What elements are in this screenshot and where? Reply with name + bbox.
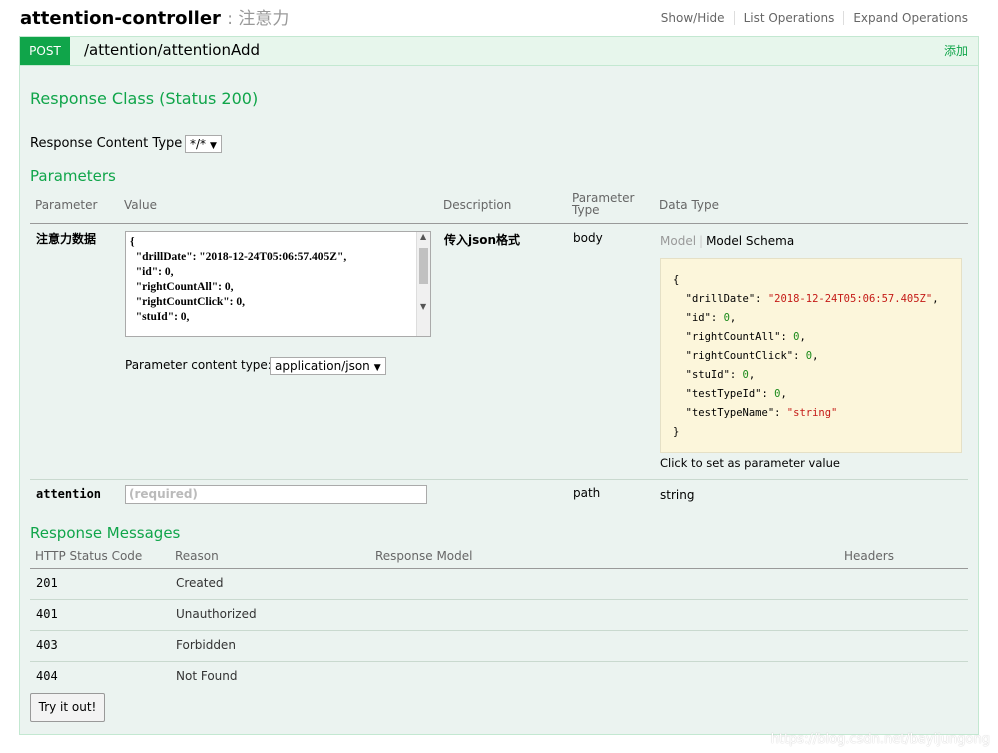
expand-operations-link[interactable]: Expand Operations [844, 11, 968, 25]
param-header-type: Parameter Type [572, 191, 635, 217]
schema-punct: , [799, 331, 806, 343]
scroll-up-icon[interactable]: ▲ [420, 232, 426, 241]
schema-value: "2018-12-24T05:06:57.405Z" [767, 293, 933, 305]
chevron-down-icon: ▼ [373, 363, 381, 373]
param-data-type: string [660, 488, 695, 502]
scroll-thumb[interactable] [419, 248, 428, 284]
rm-reason-404: Not Found [176, 669, 238, 683]
schema-punct: , [932, 293, 939, 305]
operation-path[interactable]: /attention/attentionAdd [84, 41, 260, 59]
param-name-attention: attention [36, 487, 102, 501]
resource-description: : 注意力 [227, 9, 290, 29]
param-header-datatype: Data Type [659, 198, 720, 212]
schema-key: "drillDate": [673, 293, 768, 305]
param-content-type-label: Parameter content type: [125, 358, 272, 372]
param-row-divider [30, 479, 968, 480]
http-method-badge[interactable]: POST [20, 37, 70, 65]
schema-punct: , [812, 350, 819, 362]
list-operations-link[interactable]: List Operations [735, 11, 845, 25]
param-content-type-value: application/json [275, 359, 370, 373]
resource-operations: Show/Hide List Operations Expand Operati… [652, 11, 968, 25]
rm-code-201: 201 [36, 576, 58, 590]
param-type-path: path [573, 486, 601, 500]
operation-panel: POST /attention/attentionAdd 添加 Response… [19, 36, 979, 735]
schema-key: "id": [673, 312, 724, 324]
show-hide-link[interactable]: Show/Hide [652, 11, 735, 25]
param-name-body: 注意力数据 [36, 232, 97, 246]
response-messages-title: Response Messages [30, 524, 181, 542]
model-tabs: Model | Model Schema [660, 234, 794, 248]
model-schema-box[interactable]: { "drillDate": "2018-12-24T05:06:57.405Z… [660, 258, 962, 453]
response-class-title: Response Class (Status 200) [30, 89, 259, 108]
response-content-type-value: */* [190, 137, 207, 151]
param-description: 传入json格式 [444, 233, 521, 247]
textarea-scrollbar[interactable]: ▲ ▼ [416, 232, 430, 336]
schema-punct: , [729, 312, 737, 324]
schema-key: "stuId": [673, 369, 743, 381]
schema-value: "string" [786, 407, 838, 419]
rm-reason-201: Created [176, 576, 224, 590]
operation-heading[interactable]: POST /attention/attentionAdd 添加 [20, 37, 978, 66]
param-header-parameter: Parameter [35, 198, 98, 212]
chevron-down-icon: ▼ [210, 141, 217, 151]
param-header-value: Value [124, 198, 157, 212]
resource-header: attention-controller : 注意力 Show/Hide Lis… [20, 4, 968, 32]
parameters-title: Parameters [30, 167, 116, 185]
rm-header-divider [30, 568, 968, 569]
schema-key: "rightCountAll": [673, 331, 794, 343]
schema-brace: { [673, 274, 680, 286]
schema-key: "testTypeId": [673, 388, 775, 400]
resource-title[interactable]: attention-controller : 注意力 [20, 4, 289, 29]
rm-header-code: HTTP Status Code [35, 549, 143, 563]
try-it-out-button[interactable]: Try it out! [30, 693, 105, 722]
operation-summary[interactable]: 添加 [944, 42, 968, 59]
rm-code-401: 401 [36, 607, 58, 621]
model-schema-tab[interactable]: Model Schema [706, 234, 794, 248]
resource-name[interactable]: attention-controller [20, 8, 221, 29]
body-value-text[interactable]: { "drillDate": "2018-12-24T05:06:57.405Z… [126, 232, 430, 328]
rm-reason-403: Forbidden [176, 638, 236, 652]
rm-code-403: 403 [36, 638, 58, 652]
param-header-divider [30, 223, 968, 224]
response-content-type-select[interactable]: */* ▼ [185, 135, 222, 153]
schema-key: "rightCountClick": [673, 350, 806, 362]
response-content-type-label: Response Content Type [30, 136, 183, 151]
click-to-set-hint: Click to set as parameter value [660, 456, 840, 470]
schema-brace: } [673, 426, 680, 438]
schema-punct: , [780, 388, 787, 400]
rm-row-divider [30, 661, 968, 662]
watermark: https://blog.csdn.net/bayijungong [770, 732, 990, 747]
param-content-type-select[interactable]: application/json ▼ [270, 357, 386, 375]
rm-header-reason: Reason [175, 549, 219, 563]
rm-row-divider [30, 599, 968, 600]
rm-reason-401: Unauthorized [176, 607, 257, 621]
rm-row-divider [30, 630, 968, 631]
rm-code-404: 404 [36, 669, 58, 683]
rm-header-model: Response Model [375, 549, 473, 563]
schema-punct: , [748, 369, 756, 381]
scroll-down-icon[interactable]: ▼ [420, 302, 426, 311]
schema-json[interactable]: { "drillDate": "2018-12-24T05:06:57.405Z… [661, 259, 961, 454]
body-value-textarea[interactable]: { "drillDate": "2018-12-24T05:06:57.405Z… [125, 231, 431, 337]
model-tab[interactable]: Model [660, 234, 696, 248]
tab-separator: | [699, 234, 704, 248]
param-type-body: body [573, 231, 603, 245]
rm-header-headers: Headers [844, 549, 894, 563]
param-header-description: Description [443, 198, 512, 212]
attention-input[interactable]: (required) [125, 485, 427, 504]
schema-key: "testTypeName": [673, 407, 787, 419]
